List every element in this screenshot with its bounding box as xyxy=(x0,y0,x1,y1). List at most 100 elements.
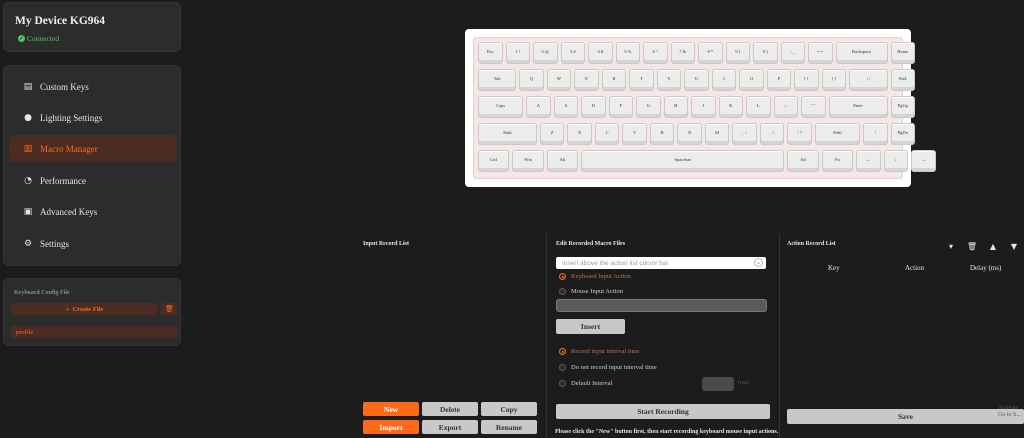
move-down-icon[interactable]: ▼ xyxy=(1009,241,1019,251)
key-pgup[interactable]: PgUp xyxy=(890,96,915,118)
key-alt[interactable]: Alt xyxy=(787,150,819,172)
save-button[interactable]: Save xyxy=(787,409,1024,424)
key-ctrl[interactable]: Ctrl xyxy=(478,150,510,172)
key-z[interactable]: Z xyxy=(539,123,565,145)
key-[interactable]: ↑ xyxy=(863,123,888,145)
start-recording-button[interactable]: Start Recording xyxy=(556,404,770,419)
key-f[interactable]: F xyxy=(608,96,634,118)
key-[interactable]: = + xyxy=(808,42,833,64)
key-backspace[interactable]: Backspace xyxy=(835,42,888,64)
key-x[interactable]: X xyxy=(567,123,592,145)
default-interval-input[interactable] xyxy=(702,377,734,391)
key-[interactable]: . > xyxy=(759,123,785,145)
key-p[interactable]: P xyxy=(766,69,792,91)
key-esc[interactable]: Esc xyxy=(478,42,503,64)
insert-button[interactable]: Insert xyxy=(556,319,625,334)
radio-no-record-interval[interactable]: Do not record input interval time xyxy=(559,364,657,371)
delete-file-button[interactable]: 🗑 xyxy=(161,303,178,315)
radio-default-interval[interactable]: Default Interval xyxy=(559,380,612,387)
key-[interactable]: / ? xyxy=(787,123,812,145)
key-9[interactable]: 9 ( xyxy=(725,42,750,64)
key-3[interactable]: 3 # xyxy=(560,42,585,64)
key-j[interactable]: J xyxy=(691,96,716,118)
key-[interactable]: ] } xyxy=(821,69,847,91)
key-shift[interactable]: Shift xyxy=(814,123,860,145)
key-e[interactable]: E xyxy=(574,69,599,91)
key-v[interactable]: V xyxy=(622,123,647,145)
key-y[interactable]: Y xyxy=(656,69,682,91)
key-h[interactable]: H xyxy=(663,96,689,118)
key-[interactable]: \ | xyxy=(849,69,888,91)
sidebar-item-advanced-keys[interactable]: ▣ Advanced Keys xyxy=(9,198,177,225)
key-[interactable]: ← xyxy=(856,150,881,172)
key-4[interactable]: 4 $ xyxy=(588,42,613,64)
new-button[interactable]: New xyxy=(363,402,419,416)
profile-item[interactable]: profile xyxy=(11,326,178,338)
key-shift[interactable]: Shift xyxy=(478,123,537,145)
column-header-action: Action xyxy=(905,264,925,272)
download-icon[interactable]: ▾ xyxy=(946,241,956,251)
key-s[interactable]: S xyxy=(553,96,579,118)
move-up-icon[interactable]: ▲ xyxy=(988,241,998,251)
key-w[interactable]: W xyxy=(546,69,572,91)
chip-icon: ▣ xyxy=(23,206,33,217)
key-spacebar[interactable]: Spacebar xyxy=(581,150,785,172)
sidebar-item-lighting-settings[interactable]: ● Lighting Settings xyxy=(9,104,177,131)
key-o[interactable]: O xyxy=(739,69,764,91)
key-u[interactable]: U xyxy=(684,69,709,91)
key-[interactable]: - _ xyxy=(780,42,805,64)
key-7[interactable]: 7 & xyxy=(670,42,695,64)
copy-button[interactable]: Copy xyxy=(481,402,537,416)
key-l[interactable]: L xyxy=(746,96,771,118)
key-k[interactable]: K xyxy=(718,96,744,118)
action-input-field[interactable] xyxy=(556,299,767,312)
key-[interactable]: → xyxy=(911,150,936,172)
create-file-button[interactable]: + Create File xyxy=(11,303,158,315)
key-[interactable]: [ { xyxy=(794,69,819,91)
key-[interactable]: , < xyxy=(732,123,757,145)
sidebar-item-custom-keys[interactable]: ▤ Custom Keys xyxy=(9,73,177,100)
key-[interactable]: ; : xyxy=(773,96,799,118)
radio-mouse-input-action[interactable]: Mouse Input Action xyxy=(559,288,623,295)
rename-button[interactable]: Rename xyxy=(481,420,537,434)
key-n[interactable]: N xyxy=(677,123,702,145)
key-tab[interactable]: Tab xyxy=(478,69,517,91)
key-t[interactable]: T xyxy=(629,69,654,91)
import-button[interactable]: Import xyxy=(363,420,419,434)
key-q[interactable]: Q xyxy=(519,69,544,91)
radio-keyboard-input-action[interactable]: Keyboard Input Action xyxy=(559,273,631,280)
key-0[interactable]: 0 ) xyxy=(753,42,778,64)
key-c[interactable]: C xyxy=(594,123,620,145)
trash-icon[interactable]: 🗑 xyxy=(967,241,977,251)
key-8[interactable]: 8 * xyxy=(698,42,723,64)
key-a[interactable]: A xyxy=(526,96,551,118)
sidebar-item-macro-manager[interactable]: ▥ Macro Manager xyxy=(9,135,177,162)
key-g[interactable]: G xyxy=(636,96,661,118)
export-button[interactable]: Export xyxy=(422,420,478,434)
key-caps[interactable]: Caps xyxy=(478,96,524,118)
key-2[interactable]: 2 @ xyxy=(533,42,558,64)
key-5[interactable]: 5 % xyxy=(615,42,640,64)
key-enter[interactable]: Enter xyxy=(828,96,888,118)
sidebar-item-label: Lighting Settings xyxy=(40,112,103,123)
sidebar-item-settings[interactable]: ⚙ Settings xyxy=(9,230,177,257)
key-fn[interactable]: Fn xyxy=(821,150,854,172)
key-home[interactable]: Home xyxy=(890,42,915,64)
key-win[interactable]: Win xyxy=(512,150,544,172)
key-i[interactable]: I xyxy=(711,69,737,91)
key-alt[interactable]: Alt xyxy=(546,150,579,172)
radio-record-interval[interactable]: Record input interval time xyxy=(559,348,639,355)
key-b[interactable]: B xyxy=(649,123,675,145)
key-m[interactable]: M xyxy=(704,123,730,145)
key-[interactable]: ↓ xyxy=(883,150,909,172)
key-6[interactable]: 6 ^ xyxy=(643,42,668,64)
key-d[interactable]: D xyxy=(581,96,606,118)
key-pgdn[interactable]: PgDn xyxy=(890,123,915,145)
key-[interactable]: ' " xyxy=(801,96,826,118)
sidebar-item-performance[interactable]: ◔ Performance xyxy=(9,167,177,194)
key-r[interactable]: R xyxy=(601,69,627,91)
key-end[interactable]: End xyxy=(890,69,915,91)
delete-button[interactable]: Delete xyxy=(422,402,478,416)
key-1[interactable]: 1 ! xyxy=(505,42,530,64)
insert-position-select[interactable]: Insert above the action list cursor bar … xyxy=(556,257,766,269)
